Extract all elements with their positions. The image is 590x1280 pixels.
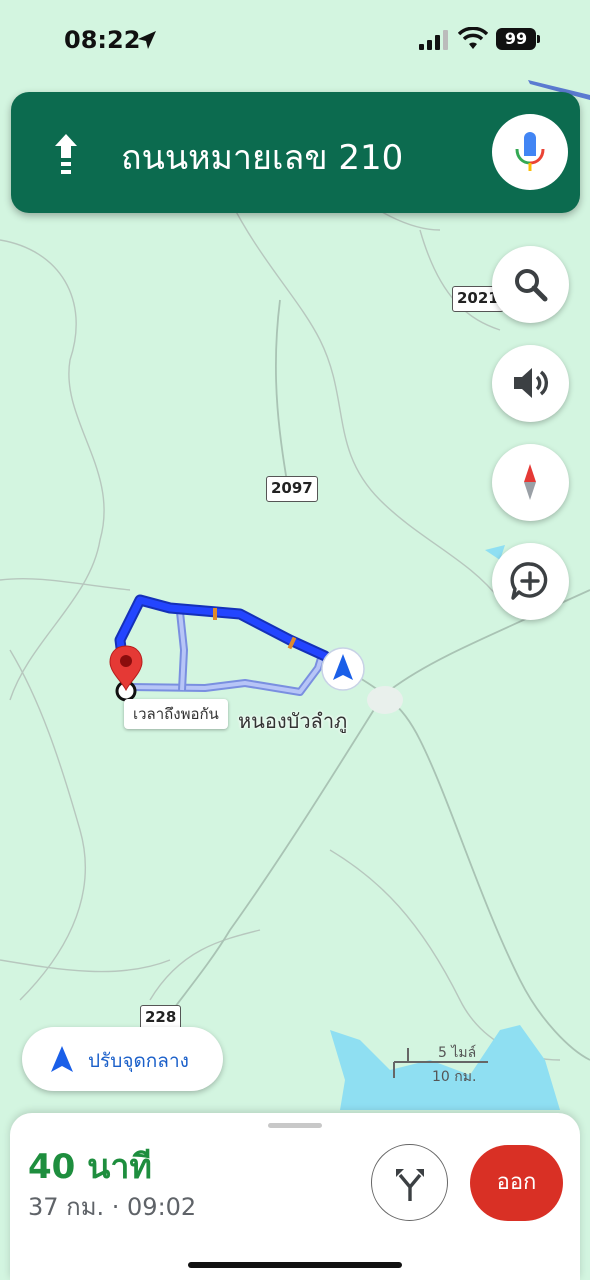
search-icon (515, 269, 548, 302)
scale-miles: 5 ไมล์ (438, 1045, 477, 1061)
battery-tip (537, 35, 540, 43)
compass-button[interactable] (492, 444, 569, 521)
status-bar: 08:22 99 (0, 0, 590, 84)
status-time: 08:22 (64, 26, 141, 54)
arrow-up-icon (55, 134, 77, 174)
road-shield-2097: 2097 (266, 476, 318, 502)
current-location-icon (321, 647, 365, 691)
voice-search-button[interactable] (492, 114, 568, 190)
town-label: หนองบัวลำภู (238, 709, 348, 733)
cellular-signal-icon (419, 30, 448, 50)
drag-handle[interactable] (268, 1123, 322, 1128)
alternate-routes-icon (396, 1169, 424, 1201)
eta-minutes: 40 นาที (28, 1147, 152, 1187)
recenter-button[interactable]: ปรับจุดกลาง (22, 1027, 223, 1091)
recenter-label: ปรับจุดกลาง (88, 1050, 189, 1072)
alternate-routes-button[interactable] (371, 1144, 448, 1221)
search-button[interactable] (492, 246, 569, 323)
navigation-banner[interactable]: ถนนหมายเลข 210 (11, 92, 580, 213)
wifi-icon (458, 27, 488, 49)
add-report-icon (510, 562, 548, 600)
map-scale: 5 ไมล์ 10 กม. (392, 1040, 492, 1086)
destination-label[interactable]: เวลาถึงพอกัน (124, 699, 228, 729)
battery-indicator: 99 (496, 28, 536, 50)
trip-bottom-sheet[interactable]: 40 นาที 37 กม. · 09:02 ออก (10, 1113, 580, 1280)
location-arrow-icon (138, 31, 156, 49)
scale-km: 10 กม. (432, 1069, 477, 1085)
navigation-arrow-icon (51, 1046, 73, 1072)
add-report-button[interactable] (492, 543, 569, 620)
microphone-icon (515, 132, 545, 171)
street-name: ถนนหมายเลข 210 (121, 138, 404, 178)
sound-button[interactable] (492, 345, 569, 422)
home-indicator (188, 1262, 402, 1268)
trip-details: 37 กม. · 09:02 (28, 1193, 197, 1221)
speaker-icon (514, 368, 548, 398)
destination-pin-icon[interactable] (108, 644, 148, 706)
exit-button[interactable]: ออก (470, 1145, 563, 1221)
compass-icon (524, 464, 536, 500)
